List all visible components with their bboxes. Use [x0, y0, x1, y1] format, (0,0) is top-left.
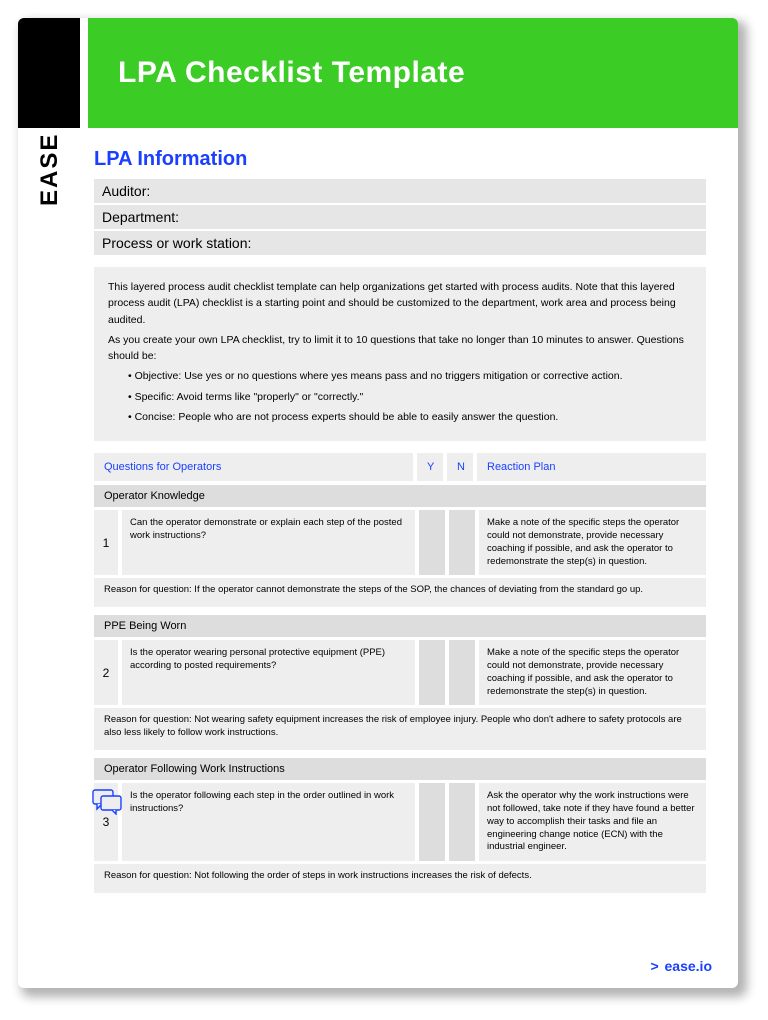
chevron-right-icon: > [650, 958, 658, 974]
document-page: LPA Checklist Template EASE LPA Informat… [18, 18, 738, 988]
reaction-text: Make a note of the specific steps the op… [479, 640, 706, 705]
question-number: 1 [94, 510, 118, 575]
answer-y-cell [419, 640, 445, 705]
question-number-text: 3 [103, 814, 110, 830]
question-row: 1 Can the operator demonstrate or explai… [94, 510, 706, 575]
reaction-text: Make a note of the specific steps the op… [479, 510, 706, 575]
table-header-row: Questions for Operators Y N Reaction Pla… [94, 453, 706, 481]
intro-box: This layered process audit checklist tem… [94, 267, 706, 441]
logo-column: EASE [36, 148, 78, 901]
question-row: 3 Is the operator following each step in… [94, 783, 706, 861]
section-title: LPA Information [94, 148, 706, 171]
body: EASE LPA Information Auditor: Department… [18, 128, 738, 901]
info-row-process: Process or work station: [94, 231, 706, 255]
footer-link[interactable]: > ease.io [650, 958, 712, 974]
question-number: 3 [94, 783, 118, 861]
col-header-y: Y [417, 453, 443, 481]
answer-y-cell [419, 510, 445, 575]
header-bar: LPA Checklist Template [18, 18, 738, 128]
question-number: 2 [94, 640, 118, 705]
page-title: LPA Checklist Template [118, 56, 465, 90]
group-title: PPE Being Worn [94, 615, 706, 637]
content-column: LPA Information Auditor: Department: Pro… [94, 148, 706, 901]
question-text: Is the operator wearing personal protect… [122, 640, 415, 705]
answer-y-cell [419, 783, 445, 861]
reason-text: Reason for question: Not following the o… [94, 864, 706, 893]
intro-p1: This layered process audit checklist tem… [108, 279, 692, 328]
footer-site-text: ease.io [665, 958, 712, 974]
header-accent-black [18, 18, 80, 128]
question-row: 2 Is the operator wearing personal prote… [94, 640, 706, 705]
col-header-reaction: Reaction Plan [477, 453, 706, 481]
ease-logo: EASE [36, 164, 64, 206]
answer-n-cell [449, 783, 475, 861]
info-row-department: Department: [94, 205, 706, 229]
intro-p2: As you create your own LPA checklist, tr… [108, 332, 692, 365]
col-header-questions: Questions for Operators [94, 453, 413, 481]
answer-n-cell [449, 510, 475, 575]
col-header-n: N [447, 453, 473, 481]
intro-bullet-3: • Concise: People who are not process ex… [108, 409, 692, 425]
header-accent-green: LPA Checklist Template [88, 18, 738, 128]
answer-n-cell [449, 640, 475, 705]
group-title: Operator Knowledge [94, 485, 706, 507]
group-title: Operator Following Work Instructions [94, 758, 706, 780]
header-accent-gap [80, 18, 88, 128]
question-text: Is the operator following each step in t… [122, 783, 415, 861]
intro-bullet-2: • Specific: Avoid terms like "properly" … [108, 389, 692, 405]
info-row-auditor: Auditor: [94, 179, 706, 203]
reaction-text: Ask the operator why the work instructio… [479, 783, 706, 861]
intro-bullet-1: • Objective: Use yes or no questions whe… [108, 368, 692, 384]
question-text: Can the operator demonstrate or explain … [122, 510, 415, 575]
reason-text: Reason for question: Not wearing safety … [94, 708, 706, 750]
reason-text: Reason for question: If the operator can… [94, 578, 706, 607]
